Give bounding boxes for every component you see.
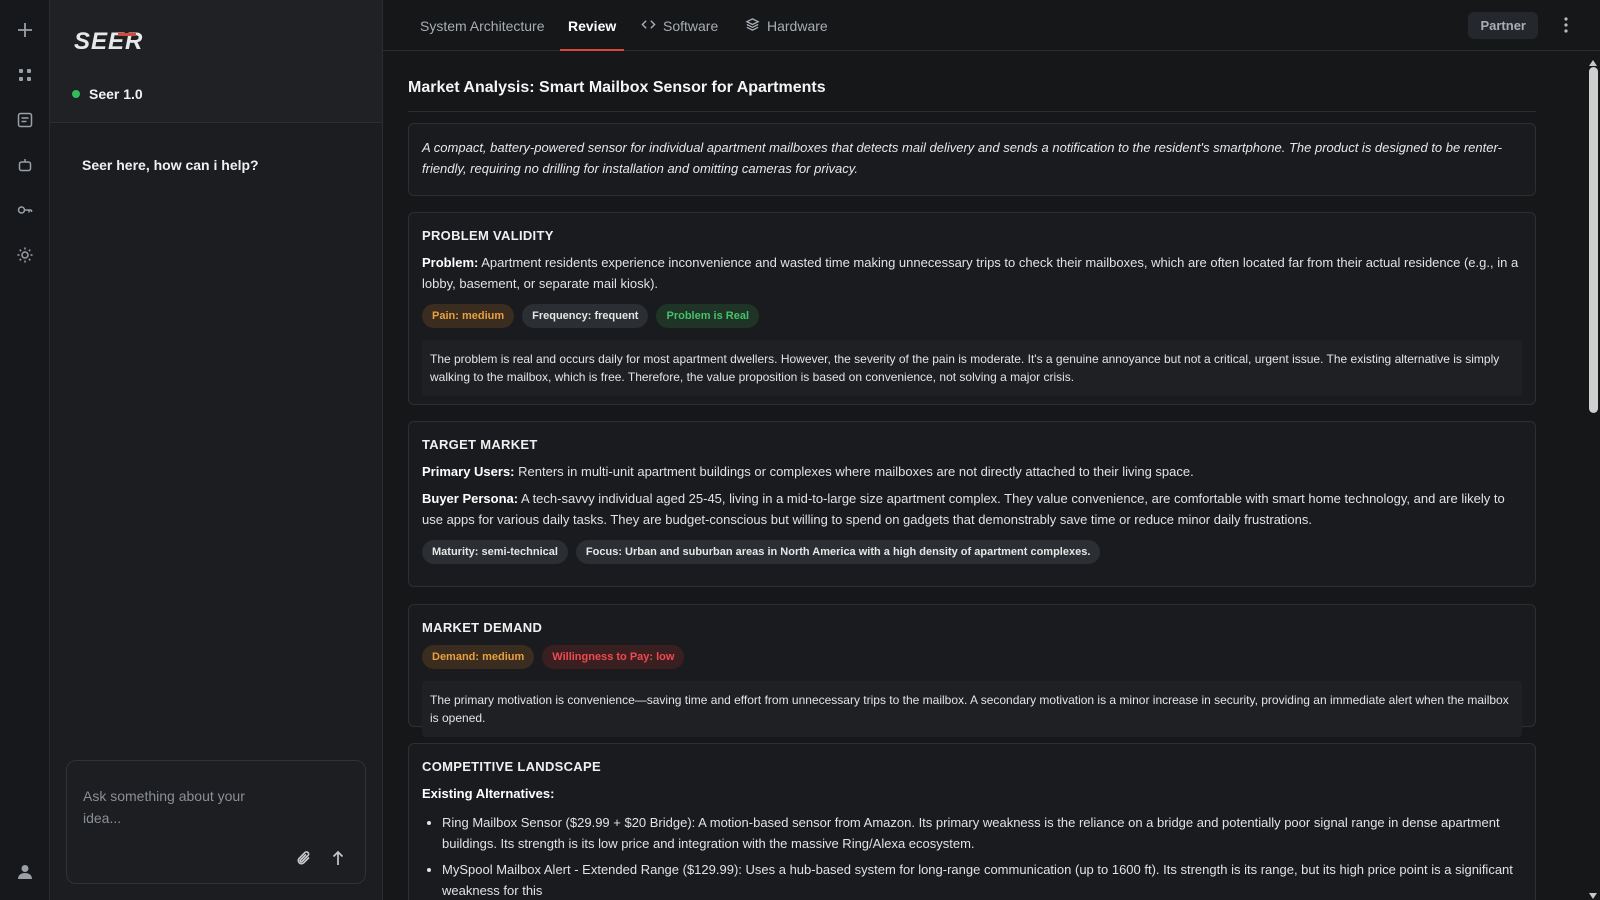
willingness-to-pay-badge: Willingness to Pay: low xyxy=(542,645,685,669)
chat-panel: SEER Seer 1.0 Seer here, how can i help? xyxy=(50,0,383,900)
primary-users-label: Primary Users: xyxy=(422,464,515,479)
key-icon[interactable] xyxy=(13,198,37,222)
alternatives-list: Ring Mailbox Sensor ($29.99 + $20 Bridge… xyxy=(422,812,1522,900)
code-icon xyxy=(641,17,656,35)
tab-label: System Architecture xyxy=(420,17,545,34)
status-dot xyxy=(72,90,80,98)
list-item: Ring Mailbox Sensor ($29.99 + $20 Bridge… xyxy=(442,812,1522,854)
pill-row: Pain: medium Frequency: frequent Problem… xyxy=(422,304,1522,328)
frequency-badge: Frequency: frequent xyxy=(522,304,649,328)
plus-icon[interactable] xyxy=(13,18,37,42)
focus-badge: Focus: Urban and suburban areas in North… xyxy=(575,540,1101,564)
summary-text: A compact, battery-powered sensor for in… xyxy=(422,140,1502,176)
page-title: Market Analysis: Smart Mailbox Sensor fo… xyxy=(408,79,826,96)
primary-users-text: Renters in multi-unit apartment building… xyxy=(518,464,1194,479)
buyer-persona-label: Buyer Persona: xyxy=(422,491,519,506)
existing-alternatives-label: Existing Alternatives: xyxy=(422,786,555,801)
market-demand-card: MARKET DEMAND Demand: medium Willingness… xyxy=(408,604,1536,737)
robot-icon[interactable] xyxy=(13,153,37,177)
main-area: System Architecture Review Software Hard… xyxy=(383,0,1600,900)
demand-note: The primary motivation is convenience—sa… xyxy=(422,681,1522,737)
chat-composer xyxy=(66,760,366,884)
competitive-landscape-card: COMPETITIVE LANDSCAPE Existing Alternati… xyxy=(408,743,1536,900)
maturity-badge: Maturity: semi-technical xyxy=(422,540,568,564)
pain-badge: Pain: medium xyxy=(422,304,515,328)
model-name: Seer 1.0 xyxy=(89,86,143,102)
summary-card: A compact, battery-powered sensor for in… xyxy=(408,123,1536,196)
pill-row: Maturity: semi-technical Focus: Urban an… xyxy=(422,540,1522,564)
chat-header: SEER Seer 1.0 xyxy=(50,0,382,123)
vertical-scrollbar[interactable] xyxy=(1586,51,1600,900)
buyer-persona-text: A tech-savvy individual aged 25-45, livi… xyxy=(422,491,1505,527)
grid-icon[interactable] xyxy=(13,63,37,87)
problem-validity-card: PROBLEM VALIDITY Problem: Apartment resi… xyxy=(408,212,1536,405)
scroll-down-arrow-icon[interactable] xyxy=(1588,888,1598,899)
scroll-up-arrow-icon[interactable] xyxy=(1588,55,1598,66)
tab-hardware[interactable]: Hardware xyxy=(745,0,828,51)
user-icon[interactable] xyxy=(13,860,37,884)
sun-icon[interactable] xyxy=(13,243,37,267)
demand-badge: Demand: medium xyxy=(422,645,535,669)
section-heading: COMPETITIVE LANDSCAPE xyxy=(422,759,601,774)
chat-input[interactable] xyxy=(83,785,273,835)
tab-label: Software xyxy=(663,17,719,34)
problem-note: The problem is real and occurs daily for… xyxy=(422,340,1522,396)
top-tab-bar: System Architecture Review Software Hard… xyxy=(383,0,1600,51)
problem-label: Problem: xyxy=(422,255,479,270)
section-heading: MARKET DEMAND xyxy=(422,620,543,635)
divider xyxy=(408,111,1536,112)
tab-review[interactable]: Review xyxy=(559,0,625,51)
layers-icon xyxy=(745,17,760,35)
document-icon[interactable] xyxy=(13,108,37,132)
list-item: MySpool Mailbox Alert - Extended Range (… xyxy=(442,859,1522,900)
section-heading: PROBLEM VALIDITY xyxy=(422,228,554,243)
assistant-greeting: Seer here, how can i help? xyxy=(82,157,259,173)
paperclip-icon[interactable] xyxy=(295,849,313,867)
tab-system-architecture[interactable]: System Architecture xyxy=(420,0,545,51)
tab-label: Review xyxy=(568,17,617,34)
tab-label: Hardware xyxy=(767,17,828,34)
problem-real-badge: Problem is Real xyxy=(656,304,760,328)
icon-rail xyxy=(0,0,50,900)
app-root: SEER Seer 1.0 Seer here, how can i help? xyxy=(0,0,1600,900)
section-heading: TARGET MARKET xyxy=(422,437,538,452)
more-options-icon[interactable] xyxy=(1562,16,1570,34)
review-content: Market Analysis: Smart Mailbox Sensor fo… xyxy=(408,51,1538,900)
scrollbar-thumb[interactable] xyxy=(1589,67,1598,413)
model-indicator: Seer 1.0 xyxy=(72,86,143,102)
partner-button[interactable]: Partner xyxy=(1468,12,1538,39)
pill-row: Demand: medium Willingness to Pay: low xyxy=(422,645,1522,669)
problem-text: Apartment residents experience inconveni… xyxy=(422,255,1519,291)
target-market-card: TARGET MARKET Primary Users: Renters in … xyxy=(408,421,1536,587)
send-arrow-icon[interactable] xyxy=(329,849,347,867)
tab-software[interactable]: Software xyxy=(641,0,718,51)
seer-logo: SEER xyxy=(74,28,170,57)
